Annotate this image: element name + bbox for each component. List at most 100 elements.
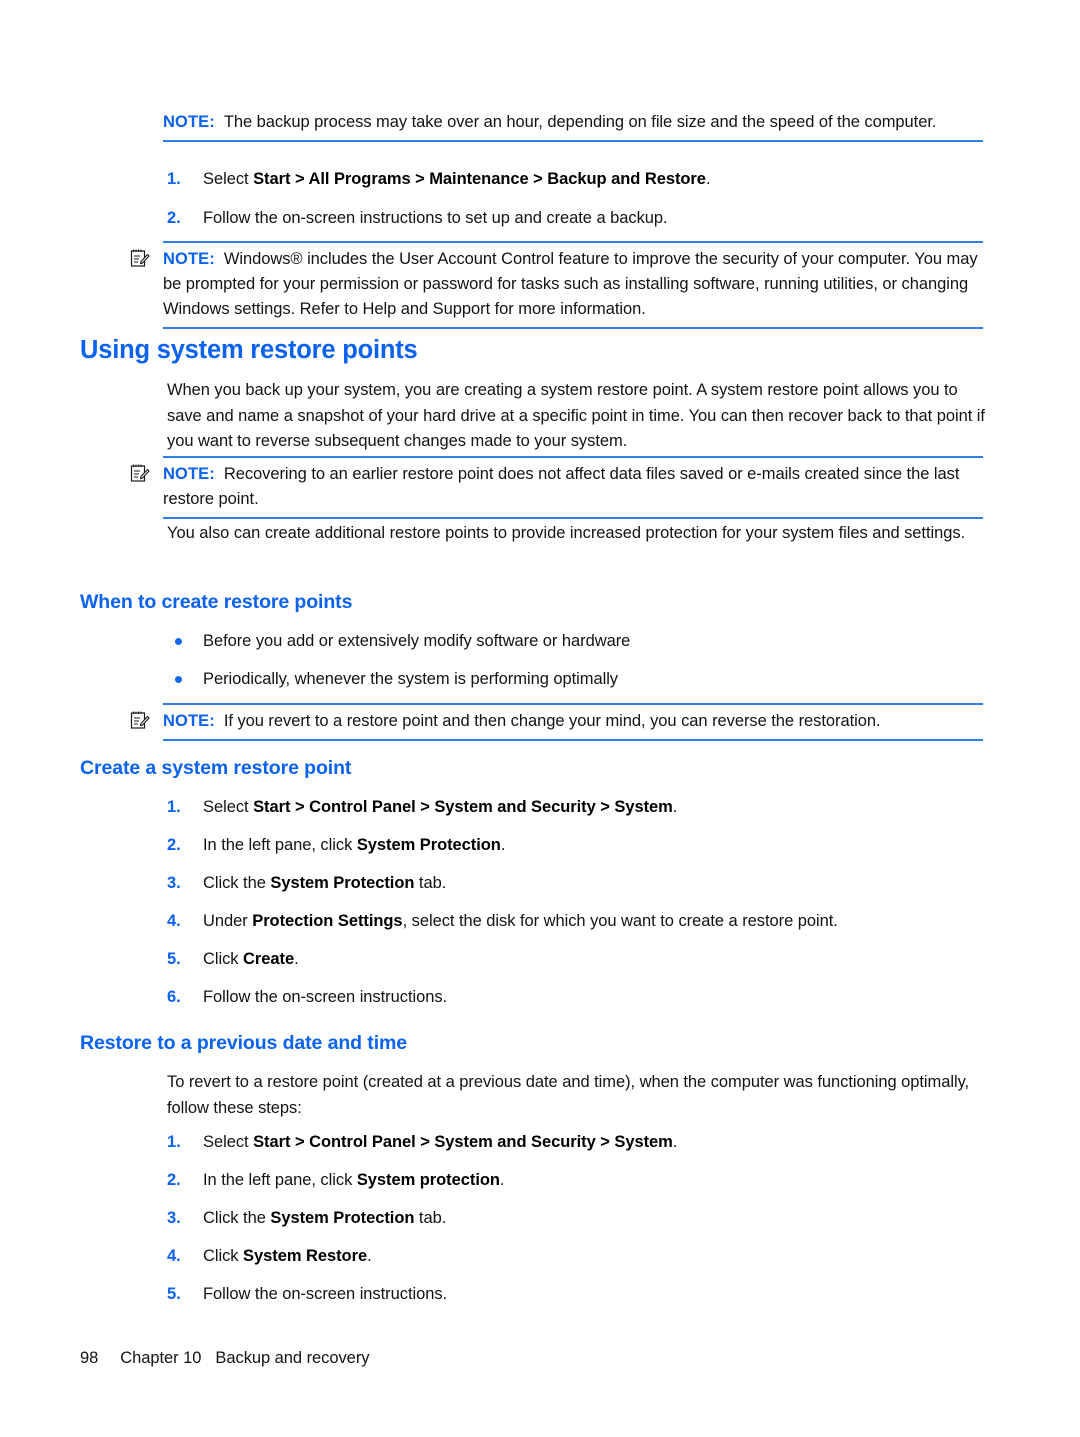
list-item: 5. Click Create. bbox=[167, 947, 987, 972]
list-item-text: Click Create. bbox=[203, 947, 987, 972]
footer-page-number: 98 bbox=[80, 1349, 99, 1367]
note-1-bottom-rule bbox=[163, 140, 983, 142]
step-bold: Start > Control Panel > System and Secur… bbox=[253, 798, 673, 816]
bullet-icon bbox=[175, 676, 182, 683]
note-block-3: NOTE: Recovering to an earlier restore po… bbox=[130, 456, 983, 519]
list-item: 4. Click System Restore. bbox=[167, 1244, 987, 1269]
list-marker: 5. bbox=[167, 1285, 181, 1303]
step-suffix: . bbox=[500, 836, 506, 854]
note-3-label: NOTE: bbox=[163, 465, 215, 483]
page-title: Using system restore points bbox=[80, 336, 418, 364]
list-item-text: Before you add or extensively modify sof… bbox=[203, 632, 631, 650]
list-marker: 2. bbox=[167, 1171, 181, 1189]
list-marker: 5. bbox=[167, 950, 181, 968]
list-marker: 1. bbox=[167, 170, 181, 188]
step-suffix: tab. bbox=[414, 1209, 447, 1227]
note-2-bottom-rule bbox=[163, 327, 983, 329]
list-item-text: Follow the on-screen instructions. bbox=[203, 985, 987, 1010]
section-heading-when-to-create: When to create restore points bbox=[80, 591, 353, 613]
step-prefix: Follow the on-screen instructions to set… bbox=[203, 209, 668, 227]
list-item-text: Select Start > Control Panel > System an… bbox=[203, 795, 987, 820]
step-bold: Start > Control Panel > System and Secur… bbox=[253, 1133, 673, 1151]
list-item: 2. In the left pane, click System Protec… bbox=[167, 833, 987, 858]
step-suffix: . bbox=[672, 1133, 678, 1151]
step-bold: System Restore bbox=[243, 1247, 368, 1265]
list-marker: 3. bbox=[167, 1209, 181, 1227]
note-block-2: NOTE: Windows® includes the User Account … bbox=[130, 241, 983, 329]
note-2-body: NOTE: Windows® includes the User Account … bbox=[130, 243, 983, 327]
list-item: 6. Follow the on-screen instructions. bbox=[167, 985, 987, 1010]
paragraph: You also can create additional restore p… bbox=[167, 524, 966, 542]
note-4-body: NOTE: If you revert to a restore point an… bbox=[130, 705, 983, 739]
bullet-icon bbox=[175, 638, 182, 645]
note-block-1: NOTE: The backup process may take over an… bbox=[163, 106, 983, 142]
list-item-text: Select Start > All Programs > Maintenanc… bbox=[203, 167, 987, 192]
note-3-text: Recovering to an earlier restore point d… bbox=[163, 465, 960, 508]
footer-title: Backup and recovery bbox=[215, 1349, 370, 1367]
note-2-text: Windows® includes the User Account Contr… bbox=[163, 250, 978, 318]
step-bold: Start > All Programs > Maintenance > Bac… bbox=[253, 170, 706, 188]
note-4-bottom-rule bbox=[163, 739, 983, 741]
step-prefix: Under bbox=[203, 912, 253, 930]
note-pencil-icon bbox=[130, 248, 150, 268]
step-prefix: Select bbox=[203, 170, 254, 188]
list-item-text: Follow the on-screen instructions. bbox=[203, 1282, 987, 1307]
list-item: Before you add or extensively modify sof… bbox=[167, 629, 987, 654]
step-prefix: Select bbox=[203, 798, 254, 816]
note-4-text: If you revert to a restore point and the… bbox=[223, 712, 881, 730]
section-heading-create-restore-point: Create a system restore point bbox=[80, 757, 352, 779]
list-marker: 6. bbox=[167, 988, 181, 1006]
note-4-label: NOTE: bbox=[163, 712, 215, 730]
step-bold: System Protection bbox=[270, 874, 415, 892]
step-prefix: Follow the on-screen instructions. bbox=[203, 988, 448, 1006]
note-3-bottom-rule bbox=[163, 517, 983, 519]
list-item-text: Click System Restore. bbox=[203, 1244, 987, 1269]
list-item: Periodically, whenever the system is per… bbox=[167, 667, 987, 692]
step-bold: System protection bbox=[356, 1171, 500, 1189]
step-bold: System Protection bbox=[356, 836, 501, 854]
page-footer: 98 Chapter 10 Backup and recovery bbox=[80, 1349, 370, 1368]
step-prefix: In the left pane, click bbox=[203, 1171, 357, 1189]
step-suffix: . bbox=[705, 170, 711, 188]
note-1-text: The backup process may take over an hour… bbox=[223, 113, 937, 131]
note-pencil-icon bbox=[130, 710, 150, 730]
step-suffix: . bbox=[294, 950, 299, 968]
step-prefix: Select bbox=[203, 1133, 254, 1151]
document-page: NOTE: The backup process may take over an… bbox=[0, 0, 1080, 1437]
step-prefix: Click bbox=[203, 950, 244, 968]
paragraph: When you back up your system, you are cr… bbox=[167, 381, 985, 450]
list-item: 4. Under Protection Settings, select the… bbox=[167, 909, 987, 934]
list-marker: 1. bbox=[167, 1133, 181, 1151]
note-block-4: NOTE: If you revert to a restore point an… bbox=[130, 703, 983, 741]
list-item-text: Follow the on-screen instructions to set… bbox=[203, 206, 987, 231]
step-bold: System Protection bbox=[270, 1209, 415, 1227]
list-item-text: Select Start > Control Panel > System an… bbox=[203, 1130, 987, 1155]
step-suffix: . bbox=[499, 1171, 505, 1189]
list-marker: 3. bbox=[167, 874, 181, 892]
list-item-text: Under Protection Settings, select the di… bbox=[203, 909, 987, 934]
list-item: 2. Follow the on-screen instructions to … bbox=[167, 206, 987, 231]
list-item: 5. Follow the on-screen instructions. bbox=[167, 1282, 987, 1307]
footer-chapter: Chapter 10 bbox=[120, 1349, 202, 1367]
list-marker: 1. bbox=[167, 798, 181, 816]
list-item: 2. In the left pane, click System protec… bbox=[167, 1168, 987, 1193]
step-prefix: Click the bbox=[203, 874, 271, 892]
list-item-text: Periodically, whenever the system is per… bbox=[203, 670, 619, 688]
step-prefix: Click bbox=[203, 1247, 244, 1265]
step-suffix: . bbox=[367, 1247, 372, 1265]
step-prefix: Follow the on-screen instructions. bbox=[203, 1285, 448, 1303]
note-2-label: NOTE: bbox=[163, 250, 215, 268]
list-marker: 4. bbox=[167, 1247, 181, 1265]
list-item-text: Click the System Protection tab. bbox=[203, 1206, 987, 1231]
note-1-body: NOTE: The backup process may take over an… bbox=[163, 106, 983, 140]
step-suffix: , select the disk for which you want to … bbox=[402, 912, 838, 930]
list-item-text: In the left pane, click System Protectio… bbox=[203, 833, 987, 858]
list-marker: 4. bbox=[167, 912, 181, 930]
list-marker: 2. bbox=[167, 836, 181, 854]
note-3-body: NOTE: Recovering to an earlier restore po… bbox=[130, 458, 983, 517]
list-item: 1. Select Start > Control Panel > System… bbox=[167, 795, 987, 820]
step-suffix: . bbox=[672, 798, 678, 816]
paragraph: To revert to a restore point (created at… bbox=[167, 1073, 970, 1117]
list-item-text: Click the System Protection tab. bbox=[203, 871, 987, 896]
step-suffix: tab. bbox=[414, 874, 447, 892]
